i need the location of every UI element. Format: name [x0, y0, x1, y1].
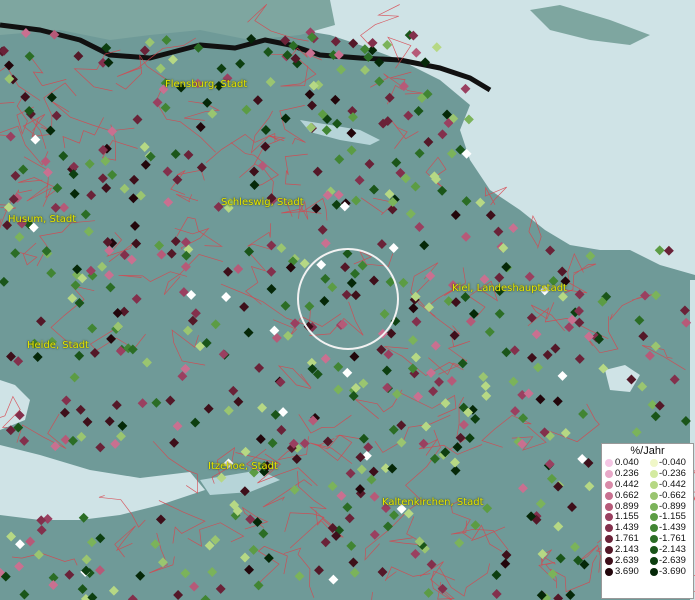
- map-canvas[interactable]: [0, 0, 695, 600]
- legend-swatch-positive: [605, 524, 613, 533]
- legend-value-negative: -1.155: [659, 511, 686, 523]
- legend-value-negative: -2.143: [659, 544, 686, 556]
- legend-value-negative: -1.439: [659, 522, 686, 534]
- legend-swatch-positive: [605, 491, 613, 500]
- legend-swatch-negative: [650, 535, 658, 544]
- legend-value-negative: -0.040: [659, 457, 686, 468]
- legend-value-positive: 1.155: [615, 511, 639, 523]
- legend-swatch-negative: [650, 502, 658, 511]
- legend-swatch-positive: [605, 546, 613, 555]
- legend-row: 0.662 -0.662: [602, 489, 693, 502]
- legend-swatch-positive: [605, 535, 613, 544]
- legend-swatch-positive: [605, 459, 613, 467]
- legend-value-negative: -1.761: [659, 533, 686, 545]
- legend-value-positive: 0.662: [615, 489, 639, 501]
- legend-value-positive: 1.439: [615, 522, 639, 534]
- legend-swatch-negative: [650, 524, 658, 533]
- legend-value-negative: -0.442: [659, 478, 686, 490]
- legend-swatch-positive: [605, 513, 613, 522]
- legend-value-negative: -2.639: [659, 555, 686, 567]
- legend-value-negative: -0.899: [659, 500, 686, 512]
- legend-row: 3.690 -3.690: [602, 565, 693, 578]
- legend-value-positive: 2.639: [615, 555, 639, 567]
- city-label-schleswig: Schleswig, Stadt: [221, 197, 304, 208]
- city-label-heide: Heide, Stadt: [27, 340, 89, 351]
- legend-value-positive: 0.236: [615, 467, 639, 479]
- city-label-husum: Husum, Stadt: [8, 214, 77, 225]
- legend-swatch-negative: [650, 546, 658, 555]
- legend-value-negative: -3.690: [659, 565, 686, 577]
- legend-value-positive: 0.040: [615, 457, 639, 468]
- legend-swatch-positive: [605, 557, 613, 566]
- legend-swatch-negative: [650, 557, 658, 566]
- city-label-kiel: Kiel, Landeshauptstadt: [452, 283, 567, 294]
- city-label-flensburg: Flensburg, Stadt: [165, 79, 248, 90]
- legend-swatch-positive: [605, 480, 613, 489]
- legend-swatch-negative: [650, 567, 658, 576]
- legend-swatch-positive: [605, 469, 613, 478]
- legend-swatch-positive: [605, 567, 613, 576]
- legend-value-positive: 0.899: [615, 500, 639, 512]
- city-label-itzehoe: Itzehoe, Stadt: [208, 461, 278, 472]
- legend-value-negative: -0.236: [659, 467, 686, 479]
- legend-swatch-negative: [650, 513, 658, 522]
- legend-swatch-negative: [650, 459, 658, 467]
- legend-value-positive: 3.690: [615, 565, 639, 577]
- legend-value-positive: 2.143: [615, 544, 639, 556]
- legend-swatch-negative: [650, 469, 658, 478]
- legend-value-positive: 1.761: [615, 533, 639, 545]
- legend-swatch-positive: [605, 502, 613, 511]
- legend-value-negative: -0.662: [659, 489, 686, 501]
- legend: %/Jahr 0.040 -0.040 0.236 -0.236 0.442 -0.442…: [601, 443, 694, 599]
- city-label-kaltenkirchen: Kaltenkirchen, Stadt: [382, 497, 484, 508]
- legend-value-positive: 0.442: [615, 478, 639, 490]
- legend-swatch-negative: [650, 491, 658, 500]
- legend-swatch-negative: [650, 480, 658, 489]
